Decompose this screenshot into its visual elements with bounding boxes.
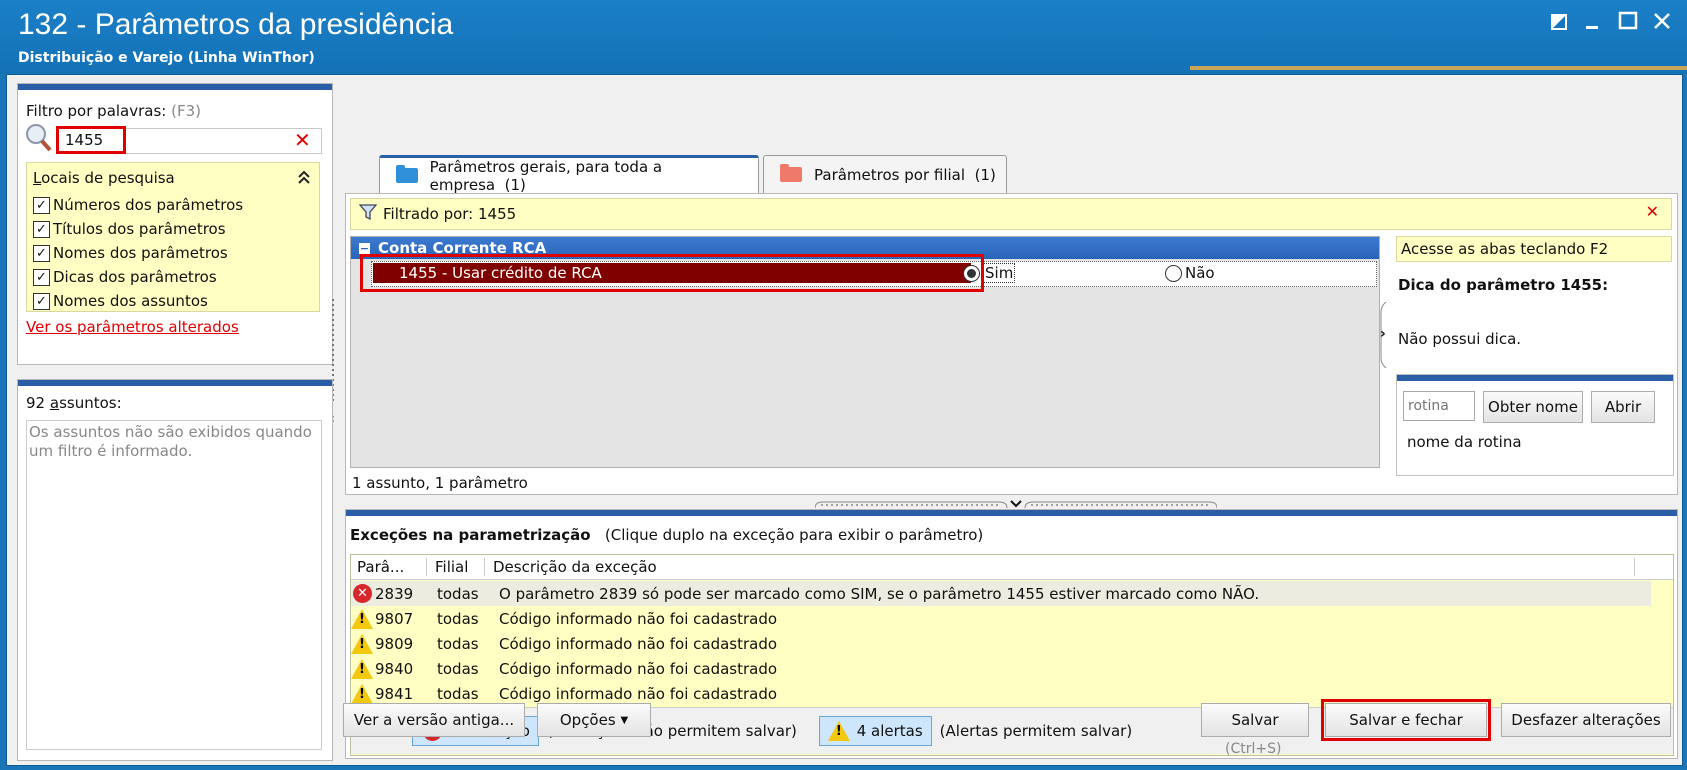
alerts-note: (Alertas permitem salvar)	[939, 722, 1133, 740]
param-highlight-box	[360, 254, 984, 292]
exception-row[interactable]: ! 9809 todas Código informado não foi cad…	[351, 631, 1651, 656]
params-summary: 1 assunto, 1 parâmetro	[352, 474, 528, 492]
routine-box-bar	[1397, 375, 1673, 381]
clear-filtered-icon[interactable]: ✕	[1646, 202, 1659, 221]
get-name-button[interactable]: Obter nome	[1483, 391, 1583, 423]
tab-branch-label: Parâmetros por filial (1)	[814, 165, 996, 184]
tab-branch-params[interactable]: Parâmetros por filial (1)	[763, 155, 1007, 193]
radio-no[interactable]: Não	[1165, 263, 1215, 283]
exceptions-panel-bar	[346, 510, 1677, 516]
window-title: 132 - Parâmetros da presidência	[18, 8, 454, 41]
option-param-names[interactable]: ✓ Nomes dos parâmetros	[33, 241, 243, 265]
save-button[interactable]: Salvar	[1201, 703, 1309, 737]
subjects-count: 92 assuntos:	[26, 394, 122, 412]
filter-input[interactable]: 1455	[56, 126, 126, 154]
expand-right-icon[interactable]: ›	[1380, 326, 1386, 342]
save-shortcut: (Ctrl+S)	[1225, 741, 1282, 757]
title-bar: 132 - Parâmetros da presidência Distribu…	[0, 0, 1687, 74]
old-version-button[interactable]: Ver a versão antiga...	[343, 703, 525, 737]
routine-input[interactable]	[1403, 391, 1475, 421]
hint-tip: Acesse as abas teclando F2	[1396, 236, 1672, 262]
routine-box: Obter nome Abrir nome da rotina	[1396, 374, 1674, 476]
warning-icon: !	[351, 608, 373, 629]
radio-unselected-icon[interactable]	[1165, 264, 1182, 282]
checkbox-icon[interactable]: ✓	[33, 220, 50, 238]
collapse-group-icon[interactable]: −	[359, 242, 370, 254]
subjects-message: Os assuntos não são exibidos quando um f…	[26, 420, 322, 750]
main-window: Filtro por palavras: (F3) 1455 ✕ Locais …	[6, 74, 1683, 766]
checkbox-icon[interactable]: ✓	[33, 292, 50, 310]
params-area: Filtrado por: 1455 ✕ − Conta Corrente RC…	[345, 193, 1678, 495]
funnel-icon	[358, 203, 378, 225]
search-options-list: ✓ Números dos parâmetros ✓ Títulos dos par…	[33, 193, 243, 313]
alerts-toggle[interactable]: ! 4 alertas	[818, 716, 932, 746]
filter-panel-bar	[18, 84, 332, 90]
exception-row[interactable]: ! 9840 todas Código informado não foi cad…	[351, 656, 1651, 681]
exception-row[interactable]: ✕ 2839 todas O parâmetro 2839 só pode ser…	[351, 581, 1651, 606]
hint-title: Dica do parâmetro 1455:	[1398, 276, 1609, 294]
open-button[interactable]: Abrir	[1591, 391, 1655, 423]
window-subtitle: Distribuição e Varejo (Linha WinThor)	[18, 50, 315, 66]
error-icon: ✕	[353, 584, 372, 603]
routine-name-label: nome da rotina	[1407, 433, 1522, 451]
search-locations-box: Locais de pesquisa ✓ Números dos parâmetr…	[26, 162, 320, 312]
filter-label: Filtro por palavras: (F3)	[26, 102, 202, 120]
horizontal-splitter[interactable]	[814, 496, 1218, 509]
filtered-bar: Filtrado por: 1455 ✕	[350, 198, 1672, 230]
folder-icon	[780, 164, 802, 182]
exception-row[interactable]: ! 9807 todas Código informado não foi cad…	[351, 606, 1651, 631]
search-icon	[26, 124, 52, 152]
clear-filter-icon[interactable]: ✕	[294, 128, 314, 152]
minimize-icon[interactable]	[1578, 10, 1606, 38]
warning-icon: !	[827, 721, 850, 741]
maximize-icon[interactable]	[1614, 10, 1642, 38]
search-locations-title: Locais de pesquisa	[33, 169, 175, 187]
title-accent-line	[1190, 66, 1687, 70]
close-window-icon[interactable]	[1648, 10, 1676, 38]
warning-icon: !	[351, 683, 373, 704]
checkbox-icon[interactable]: ✓	[33, 268, 50, 286]
exceptions-rows: ✕ 2839 todas O parâmetro 2839 só pode ser…	[351, 581, 1651, 706]
exceptions-heading: Exceções na parametrização (Clique duplo…	[350, 526, 984, 544]
option-param-numbers[interactable]: ✓ Números dos parâmetros	[33, 193, 243, 217]
option-param-titles[interactable]: ✓ Títulos dos parâmetros	[33, 217, 243, 241]
exceptions-header: Parâ... Filial Descrição da exceção	[351, 555, 1673, 580]
restore-icon[interactable]	[1545, 10, 1573, 38]
hint-text: Não possui dica.	[1398, 330, 1522, 348]
warning-icon: !	[351, 658, 373, 679]
col-description[interactable]: Descrição da exceção	[485, 558, 1635, 576]
changed-params-link[interactable]: Ver os parâmetros alterados	[26, 318, 239, 336]
subjects-panel: 92 assuntos: Os assuntos não são exibido…	[17, 379, 333, 761]
subjects-panel-bar	[18, 380, 332, 386]
filtered-label: Filtrado por: 1455	[383, 205, 517, 223]
checkbox-icon[interactable]: ✓	[33, 244, 50, 262]
save-close-highlight	[1321, 699, 1491, 741]
undo-button[interactable]: Desfazer alterações	[1501, 703, 1671, 737]
option-param-tips[interactable]: ✓ Dicas dos parâmetros	[33, 265, 243, 289]
collapse-chevron-icon[interactable]	[297, 169, 311, 189]
col-param[interactable]: Parâ...	[351, 558, 427, 576]
col-branch[interactable]: Filial	[427, 558, 485, 576]
dropdown-arrow-icon: ▼	[620, 714, 629, 726]
checkbox-icon[interactable]: ✓	[33, 196, 50, 214]
tab-general-label: Parâmetros gerais, para toda a empresa (…	[429, 157, 663, 194]
options-button[interactable]: Opções ▼	[537, 703, 651, 737]
folder-icon	[396, 165, 418, 183]
filter-panel: Filtro por palavras: (F3) 1455 ✕ Locais …	[17, 83, 333, 365]
warning-icon: !	[351, 633, 373, 654]
option-subject-names[interactable]: ✓ Nomes dos assuntos	[33, 289, 243, 313]
tab-general-params[interactable]: Parâmetros gerais, para toda a empresa (…	[379, 155, 759, 194]
